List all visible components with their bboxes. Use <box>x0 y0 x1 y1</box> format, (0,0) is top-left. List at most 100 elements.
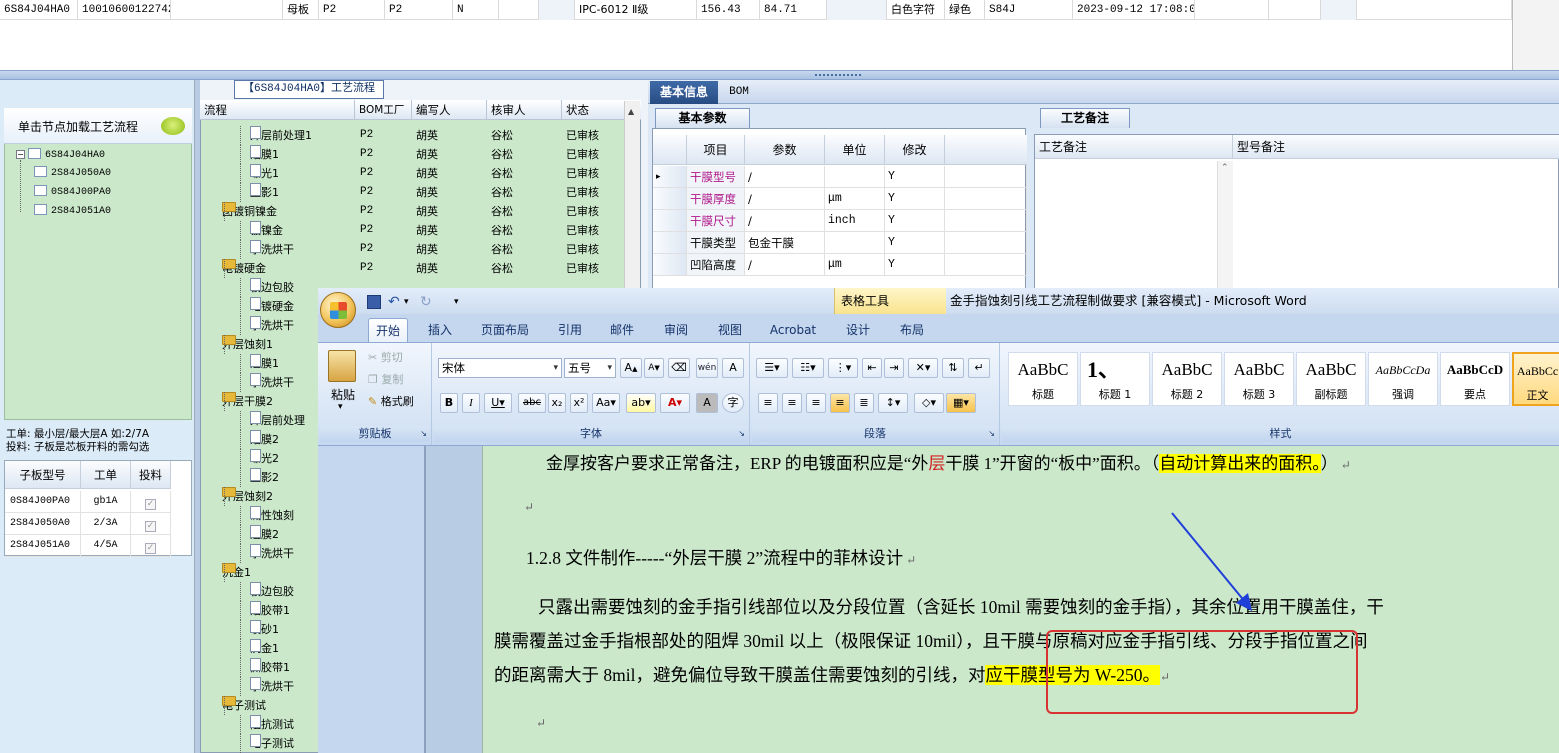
param-empty[interactable] <box>945 254 1027 276</box>
subgrid-order[interactable]: 2/3A <box>81 513 131 535</box>
cell-standard[interactable]: IPC-6012 Ⅱ级 <box>575 0 697 20</box>
phonetic-guide-icon[interactable]: wén <box>696 358 718 378</box>
superscript-button[interactable]: x² <box>570 393 588 413</box>
doc-heading[interactable]: 1.2.8 文件制作-----“外层干膜 2”流程中的菲林设计 ↵ <box>526 545 916 570</box>
cell-char-color[interactable]: 白色字符 <box>887 0 945 20</box>
decrease-indent-icon[interactable]: ⇤ <box>862 358 882 378</box>
cell-board-type[interactable]: 母板 <box>283 0 319 20</box>
subgrid-model[interactable]: 2S84J050A0 <box>5 513 81 535</box>
tree-node-child3[interactable]: 2S84J051A0 <box>34 203 111 219</box>
col-header-status[interactable]: 状态 <box>562 100 624 120</box>
distribute-icon[interactable]: ≣ <box>854 393 874 413</box>
param-empty[interactable] <box>945 232 1027 254</box>
align-left-icon[interactable]: ≡ <box>758 393 778 413</box>
shading-icon[interactable]: ◇▾ <box>914 393 944 413</box>
undo-icon[interactable]: ↶ <box>388 292 400 312</box>
cell-empty3[interactable] <box>539 0 575 20</box>
cell-empty[interactable] <box>171 0 283 20</box>
col-header-reviewer[interactable]: 核审人 <box>487 100 562 120</box>
paste-icon[interactable] <box>328 350 356 382</box>
borders-icon[interactable]: ▦▾ <box>946 393 976 413</box>
paste-dropdown-icon[interactable]: ▾ <box>338 402 343 412</box>
tab-home[interactable]: 开始 <box>368 318 408 342</box>
enclose-char-icon[interactable]: 字 <box>722 393 744 413</box>
cell-code[interactable]: 10010600122742 <box>78 0 171 20</box>
cut-button[interactable]: ✂ 剪切 <box>368 349 403 365</box>
subgrid-order[interactable]: gb1A <box>81 491 131 513</box>
tab-mailings[interactable]: 邮件 <box>602 318 642 342</box>
param-value[interactable]: / <box>745 166 825 188</box>
style-item[interactable]: AaBbC 标题 2 <box>1152 352 1222 406</box>
paste-button[interactable]: 粘贴 <box>326 386 360 403</box>
cell-empty4[interactable] <box>827 0 887 20</box>
flow-row[interactable]: −图镀铜镍金 P2 胡英 谷松 已审核 <box>200 202 624 221</box>
dialog-launcher-icon[interactable]: ↘ <box>738 426 745 442</box>
col-header-model-remark[interactable]: 型号备注 <box>1233 135 1559 159</box>
row-selector[interactable] <box>653 188 687 210</box>
cell-area1[interactable]: 156.43 <box>697 0 760 20</box>
col-header-modify[interactable]: 修改 <box>885 135 945 165</box>
remark-scrollbar[interactable]: ⌃ <box>1217 161 1233 289</box>
row-selector-icon[interactable]: ▸ <box>653 166 687 188</box>
char-shading-icon[interactable]: A <box>696 393 718 413</box>
param-unit[interactable] <box>825 232 885 254</box>
bullets-button[interactable]: ☰▾ <box>756 358 788 378</box>
tab-insert[interactable]: 插入 <box>420 318 460 342</box>
param-modify[interactable]: Y <box>885 166 945 188</box>
flow-row[interactable]: 曝光1 P2 胡英 谷松 已审核 <box>200 164 624 183</box>
cell-factory1[interactable]: P2 <box>319 0 385 20</box>
cell-empty6[interactable] <box>1269 0 1321 20</box>
tab-page-layout[interactable]: 页面布局 <box>474 318 536 342</box>
param-item[interactable]: 干膜型号 <box>687 166 745 188</box>
param-value[interactable]: / <box>745 210 825 232</box>
increase-indent-icon[interactable]: ⇥ <box>884 358 904 378</box>
subgrid-model[interactable]: 2S84J051A0 <box>5 535 81 557</box>
param-modify[interactable]: Y <box>885 188 945 210</box>
font-color-icon[interactable]: A▾ <box>660 393 690 413</box>
param-unit[interactable] <box>825 166 885 188</box>
line-spacing-icon[interactable]: ↕▾ <box>878 393 908 413</box>
subscript-button[interactable]: x₂ <box>548 393 566 413</box>
char-border-icon[interactable]: A <box>722 358 744 378</box>
param-empty[interactable] <box>945 210 1027 232</box>
style-item[interactable]: AaBbC 副标题 <box>1296 352 1366 406</box>
param-modify[interactable]: Y <box>885 232 945 254</box>
feed-checkbox[interactable]: ✓ <box>145 543 156 554</box>
col-header-bom[interactable]: BOM工厂 <box>355 100 412 120</box>
tree-node-child1[interactable]: 2S84J050A0 <box>34 165 111 181</box>
chinese-layout-icon[interactable]: ✕▾ <box>908 358 938 378</box>
subgrid-model[interactable]: 0S84J00PA0 <box>5 491 81 513</box>
tab-basic-params[interactable]: 基本参数 <box>655 108 750 128</box>
tab-acrobat[interactable]: Acrobat <box>764 318 822 342</box>
row-selector[interactable] <box>653 254 687 276</box>
cell-empty2[interactable] <box>499 0 539 20</box>
cell-factory2[interactable]: P2 <box>385 0 453 20</box>
scroll-up-icon[interactable]: ▲ <box>628 107 634 116</box>
tab-design[interactable]: 设计 <box>838 318 878 342</box>
dialog-launcher-icon[interactable]: ↘ <box>420 426 427 442</box>
strikethrough-button[interactable]: abc <box>518 393 546 413</box>
doc-line-0[interactable]: 金厚按客户要求正常备注，ERP 的电镀面积应是“外层干膜 1”开窗的“板中”面积… <box>546 449 1351 474</box>
tab-layout[interactable]: 布局 <box>892 318 932 342</box>
col-header-item[interactable]: 项目 <box>687 135 745 165</box>
param-item[interactable]: 凹陷高度 <box>687 254 745 276</box>
tab-review[interactable]: 审阅 <box>656 318 696 342</box>
row-selector[interactable] <box>653 210 687 232</box>
cell-empty7[interactable] <box>1321 0 1357 20</box>
tree-node-child2[interactable]: 0S84J00PA0 <box>34 184 111 200</box>
cell-flag[interactable]: N <box>453 0 499 20</box>
format-painter-button[interactable]: ✎ 格式刷 <box>368 393 414 409</box>
font-name-combo[interactable]: 宋体 <box>438 358 562 378</box>
clear-format-icon[interactable]: ⌫ <box>668 358 690 378</box>
flow-row[interactable]: −电镀硬金 P2 胡英 谷松 已审核 <box>200 259 624 278</box>
bold-button[interactable]: B <box>440 393 458 413</box>
horizontal-splitter[interactable] <box>0 70 1559 80</box>
style-item[interactable]: AaBbCc 正文 <box>1512 352 1559 406</box>
scroll-up-icon[interactable]: ⌃ <box>1221 163 1229 173</box>
show-marks-icon[interactable]: ↵ <box>968 358 990 378</box>
cell-area2[interactable]: 84.71 <box>760 0 827 20</box>
tree-header[interactable]: 单击节点加载工艺流程 <box>4 108 192 144</box>
cell-date[interactable]: 2023-09-12 17:08:07 <box>1073 0 1195 20</box>
tab-bom[interactable]: BOM <box>722 81 756 104</box>
param-unit[interactable]: μm <box>825 254 885 276</box>
